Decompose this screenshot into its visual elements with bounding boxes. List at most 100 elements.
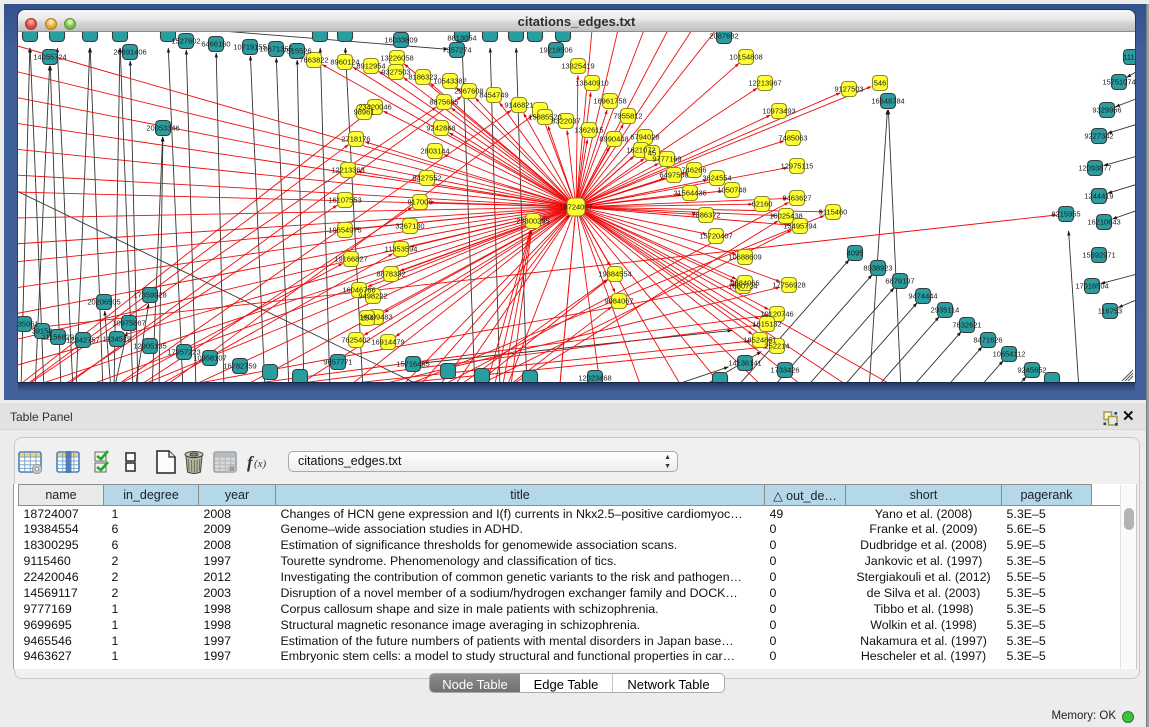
- svg-text:21564436: 21564436: [673, 189, 706, 198]
- svg-text:10120746: 10120746: [760, 310, 793, 319]
- svg-text:1615132: 1615132: [752, 320, 781, 329]
- svg-text:98961: 98961: [354, 108, 375, 117]
- svg-text:10688609: 10688609: [728, 253, 761, 262]
- svg-text:9146821: 9146821: [504, 101, 533, 110]
- svg-text:8938923: 8938923: [863, 264, 892, 273]
- svg-text:10154808: 10154808: [729, 53, 762, 62]
- svg-text:8427552: 8427552: [412, 174, 441, 183]
- svg-text:2087682: 2087682: [709, 32, 738, 41]
- svg-text:9084067: 9084067: [604, 297, 633, 306]
- svg-text:19218506: 19218506: [539, 46, 572, 55]
- svg-text:2718176: 2718176: [341, 135, 370, 144]
- svg-text:6879197: 6879197: [885, 277, 914, 286]
- svg-text:6466160: 6466160: [201, 40, 230, 49]
- svg-text:2935114: 2935114: [931, 306, 960, 315]
- svg-text:7886372: 7886372: [691, 211, 720, 220]
- svg-text:8454749: 8454749: [479, 91, 508, 100]
- svg-text:16107553: 16107553: [328, 196, 361, 205]
- svg-text:1527602: 1527602: [171, 37, 200, 46]
- svg-text:16782759: 16782759: [223, 362, 256, 371]
- svg-text:546: 546: [874, 79, 887, 88]
- svg-text:19384554: 19384554: [598, 270, 631, 279]
- svg-text:9657771: 9657771: [323, 358, 352, 367]
- svg-text:16648784: 16648784: [871, 97, 904, 106]
- svg-text:7632621: 7632621: [952, 321, 981, 330]
- svg-text:3624554: 3624554: [702, 174, 731, 183]
- svg-text:8960124: 8960124: [330, 58, 359, 67]
- svg-text:15692971: 15692971: [1082, 251, 1115, 260]
- svg-text:20691406: 20691406: [113, 48, 146, 57]
- svg-text:12213363: 12213363: [331, 166, 364, 175]
- svg-text:1050748: 1050748: [717, 186, 746, 195]
- svg-text:8990448: 8990448: [599, 135, 628, 144]
- svg-text:252214: 252214: [764, 342, 789, 351]
- svg-text:12975115: 12975115: [781, 162, 814, 171]
- svg-text:1733426: 1733426: [770, 366, 799, 375]
- svg-text:10654112: 10654112: [993, 350, 1026, 359]
- svg-text:12905135: 12905135: [133, 342, 166, 351]
- svg-text:7515526: 7515526: [282, 47, 311, 56]
- svg-text:16033809: 16033809: [384, 36, 417, 45]
- svg-text:7485063: 7485063: [778, 134, 807, 143]
- svg-text:9329966: 9329966: [1092, 106, 1121, 115]
- svg-text:8878332: 8878332: [376, 270, 405, 279]
- svg-text:917006: 917006: [407, 198, 432, 207]
- svg-text:25300295: 25300295: [516, 217, 549, 226]
- svg-text:10975867: 10975867: [112, 319, 145, 328]
- svg-text:12213967: 12213967: [748, 79, 781, 88]
- svg-text:20206505: 20206505: [87, 298, 120, 307]
- svg-text:16210643: 16210643: [1087, 218, 1120, 227]
- svg-text:13226058: 13226058: [380, 54, 413, 63]
- svg-text:17016504: 17016504: [1075, 282, 1108, 291]
- svg-text:7955812: 7955812: [613, 112, 642, 121]
- svg-text:62160: 62160: [752, 200, 773, 209]
- svg-text:13640910: 13640910: [575, 79, 608, 88]
- svg-text:1112: 1112: [1123, 53, 1135, 62]
- svg-text:14055724: 14055724: [33, 53, 66, 62]
- svg-text:9463627: 9463627: [782, 194, 811, 203]
- svg-text:9474444: 9474444: [908, 292, 937, 301]
- svg-text:7663822: 7663822: [299, 56, 328, 65]
- svg-text:19166827: 19166827: [334, 255, 367, 264]
- svg-text:8813054: 8813054: [447, 34, 476, 43]
- svg-text:9115460: 9115460: [819, 208, 848, 217]
- svg-text:11353594: 11353594: [385, 245, 418, 254]
- svg-text:9245652: 9245652: [1017, 366, 1046, 375]
- svg-text:1134519: 1134519: [103, 335, 132, 344]
- svg-text:116753: 116753: [1098, 307, 1122, 316]
- svg-text:20053346: 20053346: [146, 124, 179, 133]
- svg-text:154: 154: [361, 314, 374, 323]
- svg-text:8471626: 8471626: [973, 336, 1002, 345]
- svg-text:1244419: 1244419: [1084, 192, 1113, 201]
- svg-text:10973493: 10973493: [762, 107, 795, 116]
- svg-text:9327503: 9327503: [381, 68, 410, 77]
- svg-text:14136141: 14136141: [728, 359, 761, 368]
- svg-text:8322037: 8322037: [551, 117, 580, 126]
- svg-text:18724007: 18724007: [559, 203, 592, 212]
- svg-text:8215955: 8215955: [1051, 210, 1080, 219]
- svg-text:8875685: 8875685: [429, 98, 458, 107]
- svg-text:16961758: 16961758: [593, 97, 626, 106]
- svg-text:9127503: 9127503: [834, 85, 863, 94]
- svg-text:12023468: 12023468: [578, 374, 611, 383]
- svg-text:13325419: 13325419: [561, 62, 594, 71]
- svg-text:17359928: 17359928: [133, 291, 166, 300]
- svg-text:6794028: 6794028: [630, 133, 659, 142]
- svg-text:4095: 4095: [847, 249, 864, 258]
- svg-text:16914479: 16914479: [371, 338, 404, 347]
- svg-text:12942757: 12942757: [66, 336, 99, 345]
- svg-text:10543382: 10543382: [433, 77, 466, 86]
- svg-text:2803144: 2803144: [420, 147, 449, 156]
- svg-text:7625402: 7625402: [341, 336, 370, 345]
- svg-text:10025438: 10025438: [769, 212, 802, 221]
- svg-text:9227342: 9227342: [1084, 132, 1113, 141]
- svg-text:10958107: 10958107: [193, 354, 226, 363]
- svg-text:(x): (x): [254, 458, 267, 470]
- svg-text:13495794: 13495794: [783, 222, 816, 231]
- svg-text:7357274: 7357274: [442, 46, 471, 55]
- svg-text:19654975: 19654975: [328, 226, 361, 235]
- svg-text:15720407: 15720407: [699, 232, 732, 241]
- svg-text:3267130: 3267130: [395, 222, 424, 231]
- svg-text:9498222: 9498222: [358, 292, 387, 301]
- svg-text:9684066: 9684066: [730, 279, 759, 288]
